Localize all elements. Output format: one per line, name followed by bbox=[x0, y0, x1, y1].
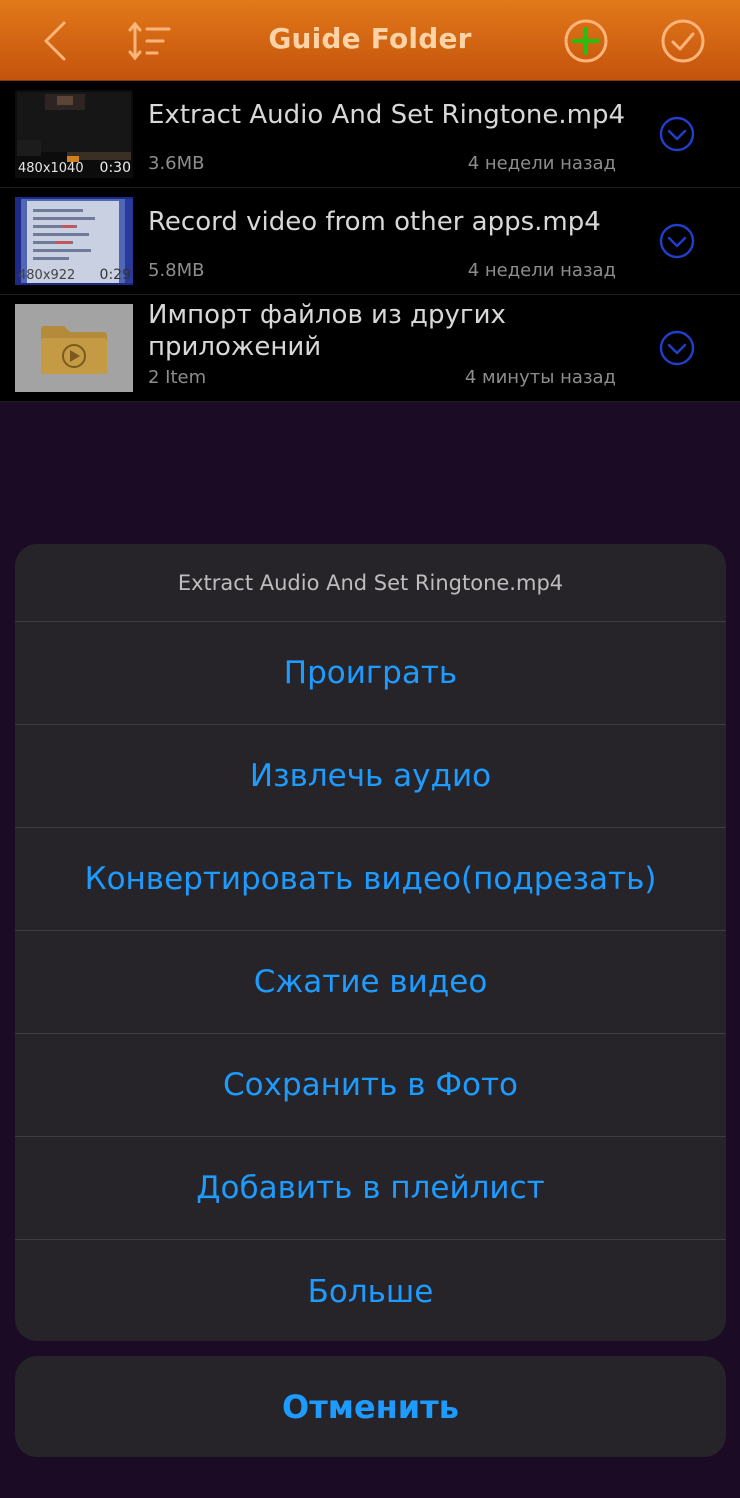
file-date: 4 недели назад bbox=[467, 260, 616, 281]
add-to-playlist-button[interactable]: Добавить в плейлист bbox=[15, 1137, 726, 1240]
video-dimensions: 480x922 bbox=[18, 268, 76, 283]
action-sheet: Extract Audio And Set Ringtone.mp4 Проиг… bbox=[15, 544, 726, 1341]
add-button[interactable] bbox=[559, 14, 613, 68]
file-size: 3.6MB bbox=[148, 153, 205, 174]
folder-name: Импорт файлов из других приложений bbox=[148, 300, 506, 362]
video-thumbnail: 480x1040 0:30 bbox=[15, 90, 133, 178]
select-check-icon bbox=[661, 19, 705, 63]
top-bar: Guide Folder bbox=[0, 0, 740, 81]
extract-audio-button[interactable]: Извлечь аудио bbox=[15, 725, 726, 828]
folder-video-icon bbox=[15, 304, 133, 392]
video-duration: 0:29 bbox=[99, 267, 131, 283]
list-item[interactable]: Импорт файлов из других приложений 2 Ite… bbox=[0, 295, 740, 402]
list-item[interactable]: 480x922 0:29 Record video from other app… bbox=[0, 188, 740, 295]
select-button[interactable] bbox=[656, 14, 710, 68]
compress-video-button[interactable]: Сжатие видео bbox=[15, 931, 726, 1034]
file-date: 4 минуты назад bbox=[464, 367, 616, 388]
folder-thumbnail bbox=[15, 304, 133, 392]
action-sheet-title: Extract Audio And Set Ringtone.mp4 bbox=[15, 544, 726, 622]
video-thumbnail: 480x922 0:29 bbox=[15, 197, 133, 285]
list-item[interactable]: 480x1040 0:30 Extract Audio And Set Ring… bbox=[0, 81, 740, 188]
cancel-button[interactable]: Отменить bbox=[15, 1356, 726, 1457]
item-count: 2 Item bbox=[148, 367, 207, 388]
video-dimensions: 480x1040 bbox=[18, 161, 84, 176]
file-size: 5.8MB bbox=[148, 260, 205, 281]
file-name: Extract Audio And Set Ringtone.mp4 bbox=[148, 100, 626, 130]
more-button[interactable]: Больше bbox=[15, 1240, 726, 1341]
convert-video-button[interactable]: Конвертировать видео(подрезать) bbox=[15, 828, 726, 931]
file-date: 4 недели назад bbox=[467, 153, 616, 174]
chevron-down-circle-icon[interactable] bbox=[659, 223, 695, 259]
add-circle-icon bbox=[564, 19, 608, 63]
chevron-down-circle-icon[interactable] bbox=[659, 116, 695, 152]
play-button[interactable]: Проиграть bbox=[15, 622, 726, 725]
chevron-down-circle-icon[interactable] bbox=[659, 330, 695, 366]
page-title: Guide Folder bbox=[268, 22, 472, 55]
file-list: 480x1040 0:30 Extract Audio And Set Ring… bbox=[0, 81, 740, 402]
file-name: Record video from other apps.mp4 bbox=[148, 207, 601, 237]
save-to-photos-button[interactable]: Сохранить в Фото bbox=[15, 1034, 726, 1137]
video-duration: 0:30 bbox=[99, 160, 131, 176]
